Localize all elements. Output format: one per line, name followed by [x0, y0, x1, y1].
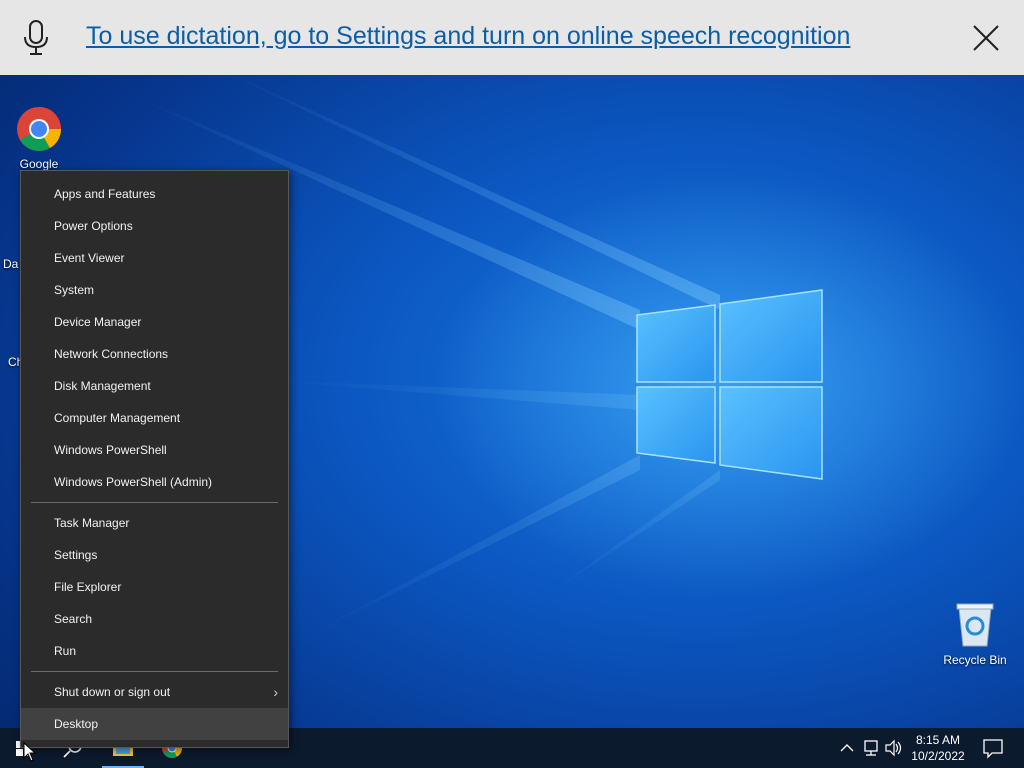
- menu-item-computer-management[interactable]: Computer Management: [21, 402, 288, 434]
- menu-item-search[interactable]: Search: [21, 603, 288, 635]
- menu-separator: [31, 671, 278, 672]
- menu-item-task-manager[interactable]: Task Manager: [21, 507, 288, 539]
- microphone-icon[interactable]: [22, 20, 50, 56]
- menu-item-run[interactable]: Run: [21, 635, 288, 667]
- show-hidden-icons-button[interactable]: [836, 728, 858, 768]
- menu-item-settings[interactable]: Settings: [21, 539, 288, 571]
- recycle-bin-icon: [956, 603, 994, 647]
- notifications-icon: [983, 739, 1003, 759]
- clock-date: 10/2/2022: [911, 749, 965, 763]
- menu-separator: [31, 502, 278, 503]
- taskbar-clock[interactable]: 8:15 AM 10/2/2022: [900, 732, 976, 764]
- mouse-cursor-icon: [23, 742, 37, 762]
- menu-item-windows-powershell-admin[interactable]: Windows PowerShell (Admin): [21, 466, 288, 498]
- action-center-button[interactable]: [976, 728, 1010, 768]
- desktop-icon-google-chrome[interactable]: Google: [2, 106, 76, 171]
- chevron-up-icon: [840, 744, 854, 752]
- menu-item-shut-down-or-sign-out[interactable]: Shut down or sign out ›: [21, 676, 288, 708]
- windows-logo-wallpaper: [636, 289, 823, 480]
- network-status-button[interactable]: [860, 728, 882, 768]
- desktop-icon-partial-label: Da: [3, 257, 19, 271]
- chrome-icon: [17, 107, 61, 151]
- close-icon[interactable]: [970, 22, 1002, 54]
- menu-item-system[interactable]: System: [21, 274, 288, 306]
- clock-time: 8:15 AM: [915, 733, 961, 747]
- menu-item-windows-powershell[interactable]: Windows PowerShell: [21, 434, 288, 466]
- chevron-right-icon: ›: [273, 684, 278, 700]
- desktop-icon-label: Recycle Bin: [943, 653, 1007, 667]
- menu-item-network-connections[interactable]: Network Connections: [21, 338, 288, 370]
- menu-item-device-manager[interactable]: Device Manager: [21, 306, 288, 338]
- dictation-settings-link[interactable]: To use dictation, go to Settings and tur…: [86, 22, 850, 51]
- desktop-icon-label: Google: [19, 157, 59, 171]
- desktop-icon-recycle-bin[interactable]: Recycle Bin: [938, 602, 1012, 667]
- quick-link-menu: Apps and Features Power Options Event Vi…: [20, 170, 289, 748]
- menu-item-apps-and-features[interactable]: Apps and Features: [21, 178, 288, 210]
- menu-item-power-options[interactable]: Power Options: [21, 210, 288, 242]
- network-icon: [864, 740, 878, 756]
- menu-item-event-viewer[interactable]: Event Viewer: [21, 242, 288, 274]
- menu-item-file-explorer[interactable]: File Explorer: [21, 571, 288, 603]
- menu-item-disk-management[interactable]: Disk Management: [21, 370, 288, 402]
- menu-item-label: Shut down or sign out: [54, 685, 171, 699]
- dictation-banner: To use dictation, go to Settings and tur…: [0, 0, 1024, 75]
- menu-item-desktop[interactable]: Desktop: [21, 708, 288, 740]
